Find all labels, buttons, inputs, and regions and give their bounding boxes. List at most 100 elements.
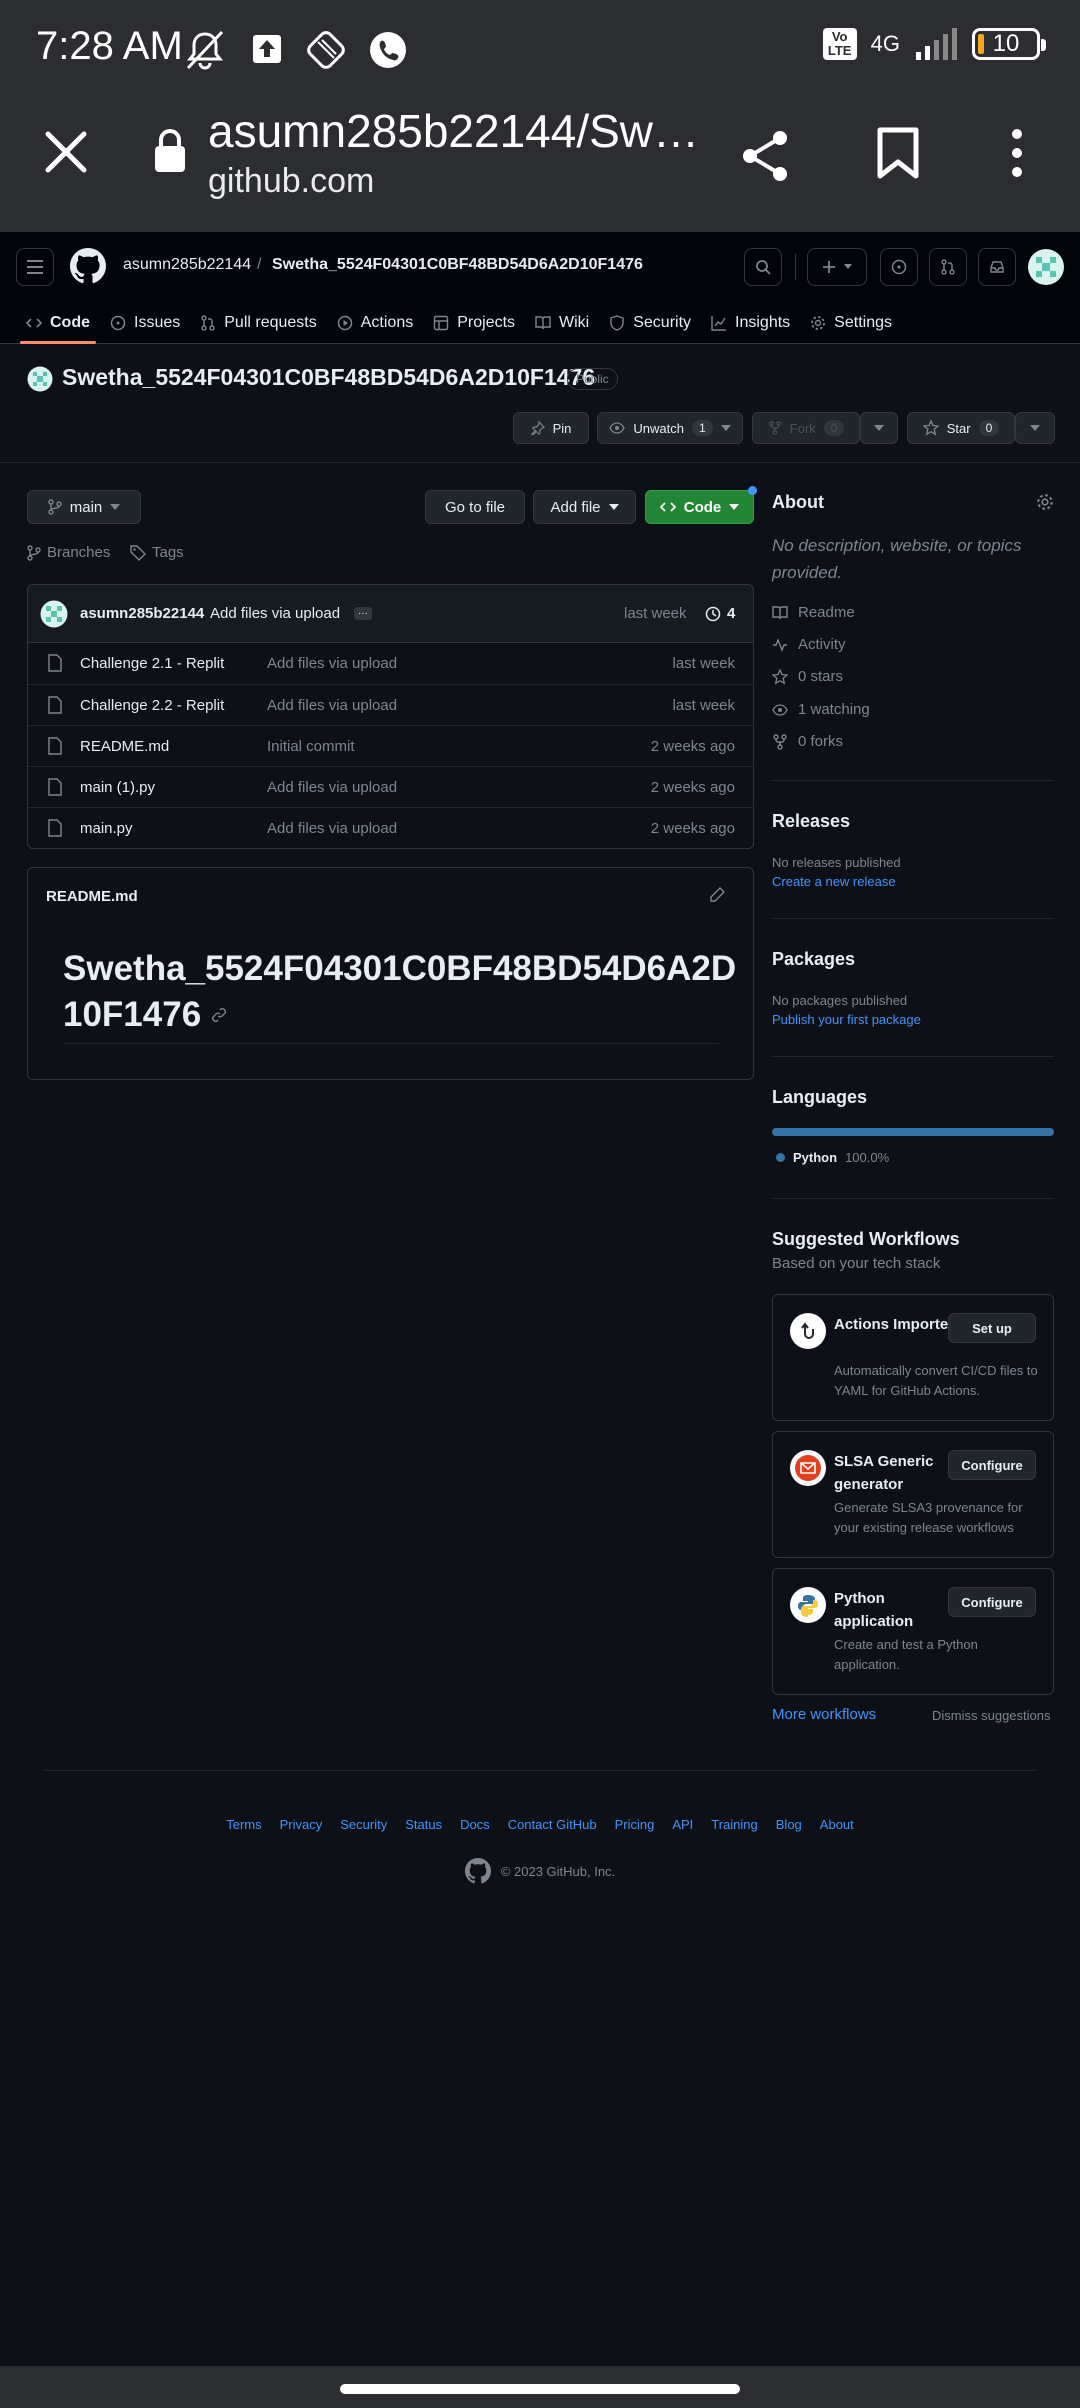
more-workflows-link[interactable]: More workflows bbox=[772, 1706, 876, 1723]
history-icon[interactable] bbox=[705, 606, 721, 622]
bookmark-icon[interactable] bbox=[876, 126, 920, 180]
tab-code[interactable]: Code bbox=[16, 302, 100, 344]
home-gesture-bar[interactable] bbox=[340, 2384, 740, 2394]
repo-avatar[interactable] bbox=[27, 366, 53, 392]
unwatch-button[interactable]: Unwatch 1 bbox=[597, 412, 743, 444]
footer-link-docs[interactable]: Docs bbox=[460, 1817, 490, 1832]
footer-link-training[interactable]: Training bbox=[711, 1817, 757, 1832]
star-button[interactable]: Star 0 bbox=[907, 412, 1015, 444]
configure-workflow-button[interactable]: Configure bbox=[948, 1587, 1036, 1617]
footer-link-api[interactable]: API bbox=[672, 1817, 693, 1832]
tab-pull-requests[interactable]: Pull requests bbox=[190, 302, 327, 344]
tab-issues[interactable]: Issues bbox=[100, 302, 190, 344]
commit-time[interactable]: last week bbox=[624, 605, 687, 622]
star-dropdown-button[interactable] bbox=[1015, 412, 1055, 444]
tab-insights[interactable]: Insights bbox=[701, 302, 800, 344]
file-name[interactable]: Challenge 2.2 - Replit bbox=[80, 697, 224, 714]
breadcrumb-owner[interactable]: asumn285b22144 bbox=[123, 256, 251, 274]
stars-link[interactable]: 0 stars bbox=[772, 668, 843, 685]
footer-link-contact[interactable]: Contact GitHub bbox=[508, 1817, 597, 1832]
commit-expand-button[interactable]: ··· bbox=[354, 607, 372, 620]
readme-filename[interactable]: README.md bbox=[46, 888, 138, 905]
file-row[interactable]: Challenge 2.1 - Replit Add files via upl… bbox=[28, 643, 753, 684]
about-settings-icon[interactable] bbox=[1036, 493, 1054, 511]
footer-copyright: © 2023 GitHub, Inc. bbox=[0, 1858, 1080, 1884]
footer-link-status[interactable]: Status bbox=[405, 1817, 442, 1832]
github-mark-icon[interactable] bbox=[464, 1858, 491, 1884]
go-to-file-button[interactable]: Go to file bbox=[425, 490, 525, 524]
gear-icon bbox=[810, 315, 826, 331]
file-commit-message[interactable]: Initial commit bbox=[267, 738, 355, 755]
workflow-card-slsa: SLSA Generic generator Configure Generat… bbox=[772, 1431, 1054, 1558]
footer-link-privacy[interactable]: Privacy bbox=[280, 1817, 323, 1832]
share-icon[interactable] bbox=[738, 128, 794, 184]
configure-workflow-button[interactable]: Configure bbox=[948, 1450, 1036, 1480]
pencil-icon[interactable] bbox=[709, 887, 725, 903]
python-logo-icon bbox=[790, 1587, 826, 1623]
repo-title[interactable]: Swetha_5524F04301C0BF48BD54D6A2D10F1476 bbox=[62, 364, 595, 391]
pull-requests-button[interactable] bbox=[929, 248, 967, 286]
tab-label: Issues bbox=[134, 314, 181, 331]
commit-avatar[interactable] bbox=[40, 600, 68, 628]
file-commit-message[interactable]: Add files via upload bbox=[267, 655, 397, 672]
footer-link-terms[interactable]: Terms bbox=[226, 1817, 261, 1832]
tab-actions[interactable]: Actions bbox=[327, 302, 423, 344]
code-button[interactable]: Code bbox=[645, 490, 754, 524]
create-new-button[interactable] bbox=[807, 248, 867, 286]
language-python[interactable]: Python 100.0% bbox=[776, 1150, 889, 1165]
dismiss-suggestions-link[interactable]: Dismiss suggestions bbox=[932, 1708, 1051, 1723]
branches-link[interactable]: Branches bbox=[27, 544, 110, 561]
fork-dropdown-button[interactable] bbox=[860, 412, 898, 444]
add-file-button[interactable]: Add file bbox=[533, 490, 636, 524]
close-icon[interactable] bbox=[42, 128, 90, 176]
file-row[interactable]: main (1).py Add files via upload 2 weeks… bbox=[28, 766, 753, 807]
page-host[interactable]: github.com bbox=[208, 162, 374, 201]
create-release-link[interactable]: Create a new release bbox=[772, 874, 896, 889]
github-logo-icon[interactable] bbox=[70, 248, 106, 284]
fork-button[interactable]: Fork 0 bbox=[752, 412, 860, 444]
about-description: No description, website, or topics provi… bbox=[772, 536, 1022, 582]
more-options-icon[interactable] bbox=[1006, 128, 1028, 178]
footer-link-blog[interactable]: Blog bbox=[776, 1817, 802, 1832]
inbox-button[interactable] bbox=[978, 248, 1016, 286]
footer-link-about[interactable]: About bbox=[820, 1817, 854, 1832]
file-row[interactable]: Challenge 2.2 - Replit Add files via upl… bbox=[28, 684, 753, 725]
packages-heading[interactable]: Packages bbox=[772, 949, 855, 970]
file-row[interactable]: main.py Add files via upload 2 weeks ago bbox=[28, 807, 753, 848]
tags-link[interactable]: Tags bbox=[130, 544, 184, 561]
file-name[interactable]: main (1).py bbox=[80, 779, 155, 796]
issues-button[interactable] bbox=[880, 248, 918, 286]
forks-link[interactable]: 0 forks bbox=[772, 733, 843, 750]
link-icon[interactable] bbox=[211, 1007, 227, 1023]
readme-link[interactable]: Readme bbox=[772, 604, 855, 621]
file-name[interactable]: main.py bbox=[80, 820, 133, 837]
tab-wiki[interactable]: Wiki bbox=[525, 302, 599, 344]
tab-projects[interactable]: Projects bbox=[423, 302, 525, 344]
pin-button[interactable]: Pin bbox=[513, 412, 589, 444]
commit-count[interactable]: 4 bbox=[727, 605, 735, 622]
activity-link[interactable]: Activity bbox=[772, 636, 846, 653]
branch-selector[interactable]: main bbox=[27, 490, 141, 524]
file-name[interactable]: Challenge 2.1 - Replit bbox=[80, 655, 224, 672]
releases-heading[interactable]: Releases bbox=[772, 811, 850, 832]
file-commit-message[interactable]: Add files via upload bbox=[267, 820, 397, 837]
watching-link[interactable]: 1 watching bbox=[772, 701, 870, 718]
tags-label: Tags bbox=[152, 544, 184, 561]
menu-button[interactable] bbox=[16, 248, 54, 286]
file-name[interactable]: README.md bbox=[80, 738, 169, 755]
setup-workflow-button[interactable]: Set up bbox=[948, 1313, 1036, 1343]
page-title[interactable]: asumn285b22144/Sw… bbox=[208, 104, 699, 158]
commit-message[interactable]: Add files via upload bbox=[210, 605, 340, 622]
commit-author[interactable]: asumn285b22144 bbox=[80, 605, 204, 622]
file-row[interactable]: README.md Initial commit 2 weeks ago bbox=[28, 725, 753, 766]
file-commit-message[interactable]: Add files via upload bbox=[267, 779, 397, 796]
publish-package-link[interactable]: Publish your first package bbox=[772, 1012, 921, 1027]
footer-link-pricing[interactable]: Pricing bbox=[615, 1817, 655, 1832]
avatar[interactable] bbox=[1027, 248, 1065, 286]
tab-settings[interactable]: Settings bbox=[800, 302, 902, 344]
footer-link-security[interactable]: Security bbox=[340, 1817, 387, 1832]
search-button[interactable] bbox=[744, 248, 782, 286]
tab-security[interactable]: Security bbox=[599, 302, 701, 344]
file-commit-message[interactable]: Add files via upload bbox=[267, 697, 397, 714]
breadcrumb-repo[interactable]: Swetha_5524F04301C0BF48BD54D6A2D10F1476 bbox=[272, 256, 643, 274]
